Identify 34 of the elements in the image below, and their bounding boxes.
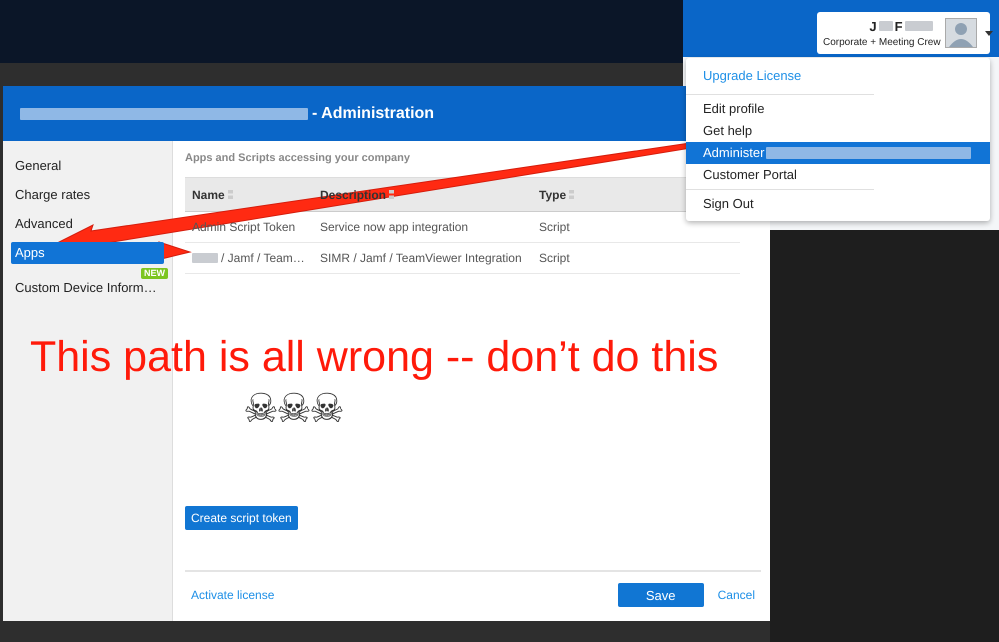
create-script-token-button[interactable]: Create script token: [185, 506, 298, 530]
sidebar-item[interactable]: Apps: [11, 242, 164, 264]
sidebar-item[interactable]: Custom Device Inform…: [3, 279, 172, 297]
table-cell: / Jamf / Team…: [221, 251, 305, 265]
column-header[interactable]: Name: [185, 188, 313, 202]
menu-item[interactable]: Sign Out: [686, 193, 990, 215]
redacted-text: [904, 21, 933, 31]
menu-item[interactable]: Administer: [686, 142, 990, 164]
menu-item[interactable]: Customer Portal: [686, 164, 990, 186]
user-name-initial: J: [869, 18, 877, 34]
new-badge: NEW: [141, 268, 168, 279]
sort-icon: [389, 190, 394, 199]
menu-item[interactable]: Get help: [686, 120, 990, 142]
sort-icon: [228, 190, 233, 199]
annotation-text: This path is all wrong -- don’t do this: [30, 333, 718, 382]
menu-item[interactable]: Edit profile: [686, 98, 990, 120]
sidebar-item[interactable]: Advanced: [3, 209, 172, 238]
caret-icon: [984, 30, 993, 36]
section-title: Apps and Scripts accessing your company: [185, 152, 410, 164]
sort-icon: [569, 190, 574, 199]
user-role: Corporate + Meeting Crew: [823, 36, 941, 48]
redacted-text: [878, 21, 893, 31]
table-cell-text: SIMR / Jamf / TeamViewer Integration: [319, 251, 523, 265]
skull-symbols: ☠☠☠: [243, 386, 342, 432]
sidebar-item[interactable]: General: [3, 151, 172, 180]
table-cell-text: Service now app integration: [319, 220, 470, 234]
sidebar-item[interactable]: Charge rates: [3, 180, 172, 209]
window-title: - Administration: [312, 104, 434, 122]
user-card[interactable]: J F Corporate + Meeting Crew: [817, 12, 990, 54]
avatar-icon: [944, 18, 977, 48]
user-name-initial: F: [894, 18, 903, 34]
save-button[interactable]: Save: [618, 583, 704, 607]
table-cell-text: Script: [538, 251, 571, 265]
table-cell-text: Script: [538, 220, 571, 234]
